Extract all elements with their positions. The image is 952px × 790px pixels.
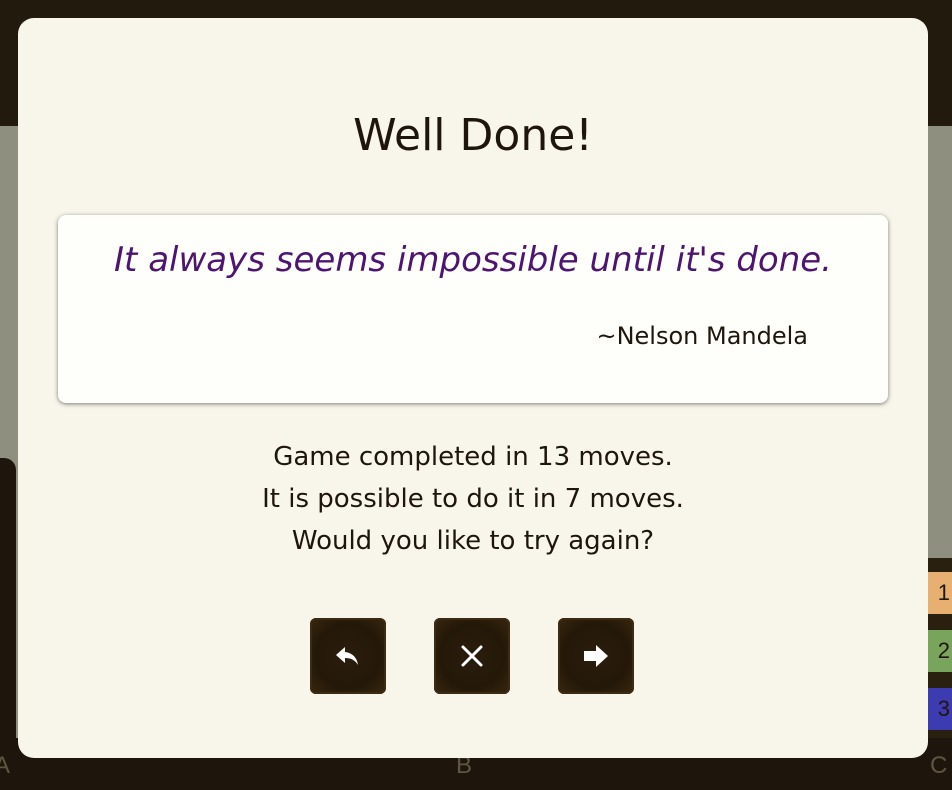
row-label-1: 1 (928, 572, 952, 614)
quote-text: It always seems impossible until it's do… (114, 240, 832, 280)
quote-card: It always seems impossible until it's do… (58, 215, 888, 403)
undo-button[interactable] (310, 618, 386, 694)
next-level-button[interactable] (558, 618, 634, 694)
quote-author: ~Nelson Mandela (596, 322, 808, 350)
moves-used-text: Game completed in 13 moves. (273, 442, 673, 472)
close-button[interactable] (434, 618, 510, 694)
arrow-right-icon (584, 645, 608, 667)
dialog-title: Well Done! (353, 110, 593, 161)
row-label-3: 3 (928, 688, 952, 730)
undo-icon (336, 647, 358, 665)
column-label-a: A (0, 752, 11, 779)
side-panel (0, 458, 16, 738)
retry-prompt-text: Would you like to try again? (291, 526, 655, 556)
row-label-2: 2 (928, 630, 952, 672)
close-icon (461, 645, 483, 667)
optimal-moves-text: It is possible to do it in 7 moves. (262, 484, 684, 514)
column-label-c: C (930, 752, 948, 779)
completion-message: Game completed in 13 moves. It is possib… (18, 436, 928, 562)
game-complete-dialog: Well Done! It always seems impossible un… (18, 18, 928, 758)
